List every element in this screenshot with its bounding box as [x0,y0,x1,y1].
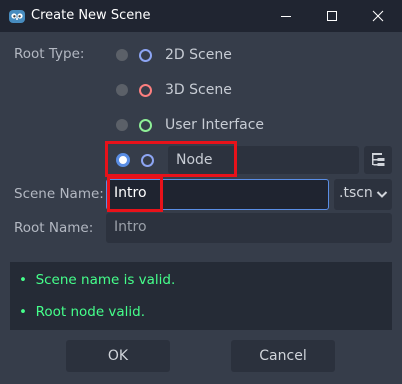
root-type-option-label: 2D Scene [165,47,232,63]
radio-unchecked-icon[interactable] [116,49,128,61]
create-scene-dialog: Create New Scene Root Type: 2D Scene 3D … [0,0,402,384]
root-name-input[interactable] [106,213,392,243]
root-name-label: Root Name: [14,220,94,236]
radio-unchecked-icon[interactable] [116,84,128,96]
close-icon [372,10,384,22]
radio-unchecked-icon[interactable] [116,119,128,131]
bullet: • [19,272,27,288]
validation-message-text: Scene name is valid. [35,272,176,288]
validation-message: • Scene name is valid. [19,272,175,288]
chevron-down-icon [376,191,388,198]
validation-messages-panel: • Scene name is valid. • Root node valid… [10,262,392,330]
scene-name-label: Scene Name: [14,186,104,202]
extension-value: .tscn [339,185,373,201]
extension-select[interactable]: .tscn [334,179,392,210]
title-bar[interactable]: Create New Scene [0,0,402,32]
root-type-option-label: User Interface [165,117,265,133]
window-title: Create New Scene [31,8,151,23]
highlight-box-node [105,141,237,177]
root-type-option-label: 3D Scene [165,82,232,98]
close-button[interactable] [355,0,401,32]
node2d-icon [139,48,152,62]
tree-hierarchy-icon [372,153,385,166]
root-name-placeholder: Intro [114,219,147,235]
node-type-browse-button[interactable] [364,146,392,174]
maximize-icon [327,11,337,21]
bullet: • [19,304,27,320]
root-type-option-3d[interactable]: 3D Scene [112,78,232,102]
root-type-label: Root Type: [14,46,85,62]
validation-message-text: Root node valid. [35,304,146,320]
godot-logo-icon [9,10,25,23]
root-type-option-ui[interactable]: User Interface [112,113,264,137]
control-icon [139,118,152,132]
node3d-icon [139,83,152,97]
highlight-box-scene-name [107,176,163,212]
cancel-button[interactable]: Cancel [231,340,335,372]
minimize-icon [281,16,291,17]
root-type-option-2d[interactable]: 2D Scene [112,43,232,67]
ok-button[interactable]: OK [66,340,170,372]
maximize-button[interactable] [309,0,355,32]
minimize-button[interactable] [263,0,309,32]
validation-message: • Root node valid. [19,304,145,320]
